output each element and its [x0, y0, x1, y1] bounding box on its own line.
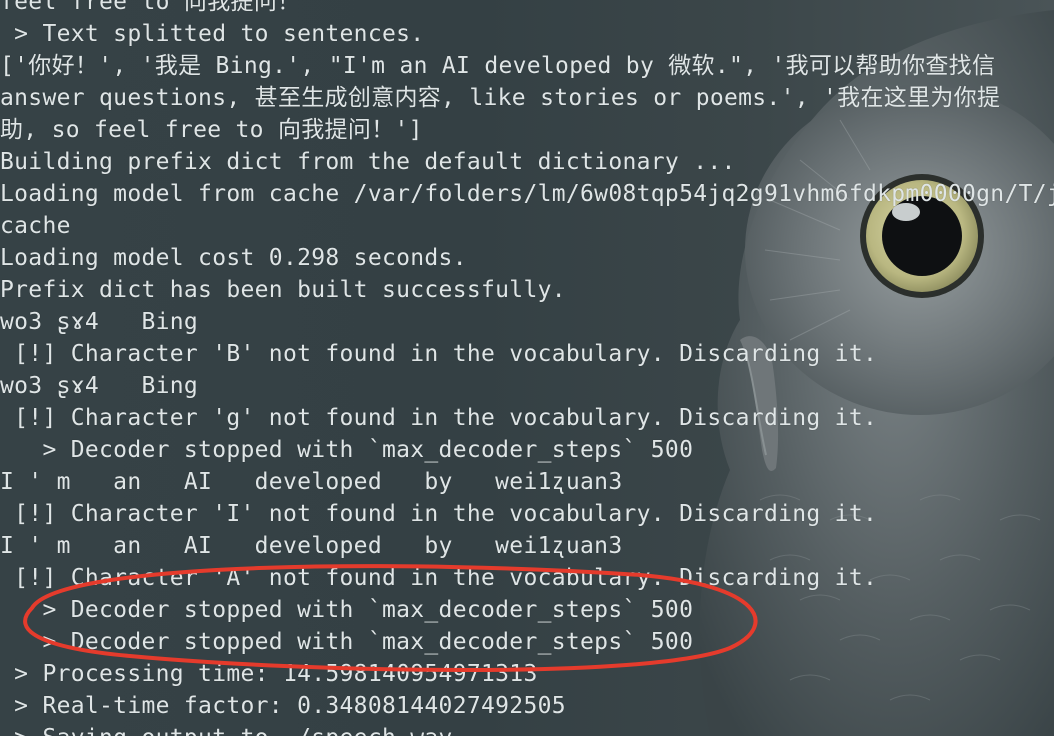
terminal-line: [!] Character 'I' not found in the vocab… — [0, 501, 878, 527]
terminal-line: > Processing time: 14.598140954971313 — [0, 661, 538, 687]
terminal-line: > Saving output to ./speech.wav — [0, 722, 1054, 736]
terminal-line: [!] Character 'B' not found in the vocab… — [0, 341, 878, 367]
terminal-output: feel free to 向我提问！ > Text splitted to se… — [0, 0, 1054, 736]
terminal-line: wo3 ʂɤ4 Bing — [0, 373, 199, 399]
terminal-line: > Decoder stopped with `max_decoder_step… — [0, 437, 694, 463]
terminal-line: Prefix dict has been built successfully. — [0, 277, 566, 303]
terminal-line: answer questions, 甚至生成创意内容, like stories… — [0, 85, 1001, 111]
terminal-window[interactable]: feel free to 向我提问！ > Text splitted to se… — [0, 0, 1054, 736]
terminal-line: ['你好！', '我是 Bing.', "I'm an AI developed… — [0, 53, 996, 79]
terminal-line: 助, so feel free to 向我提问！'] — [0, 117, 423, 143]
terminal-line: Building prefix dict from the default di… — [0, 149, 736, 175]
terminal-line: I ' m an AI developed by wei1ʐuan3 — [0, 469, 623, 495]
terminal-line: I ' m an AI developed by wei1ʐuan3 — [0, 533, 623, 559]
terminal-line: > Decoder stopped with `max_decoder_step… — [0, 629, 694, 655]
terminal-line: feel free to 向我提问！ — [0, 0, 301, 15]
terminal-line: Loading model cost 0.298 seconds. — [0, 245, 467, 271]
terminal-line: Loading model from cache /var/folders/lm… — [0, 181, 1054, 207]
terminal-line: > Real-time factor: 0.34808144027492505 — [0, 693, 566, 719]
terminal-line: > Decoder stopped with `max_decoder_step… — [0, 597, 694, 623]
terminal-line: > Text splitted to sentences. — [0, 21, 425, 47]
terminal-line: wo3 ʂɤ4 Bing — [0, 309, 199, 335]
terminal-line: [!] Character 'g' not found in the vocab… — [0, 405, 878, 431]
terminal-line: cache — [0, 213, 71, 239]
terminal-line: [!] Character 'A' not found in the vocab… — [0, 565, 878, 591]
